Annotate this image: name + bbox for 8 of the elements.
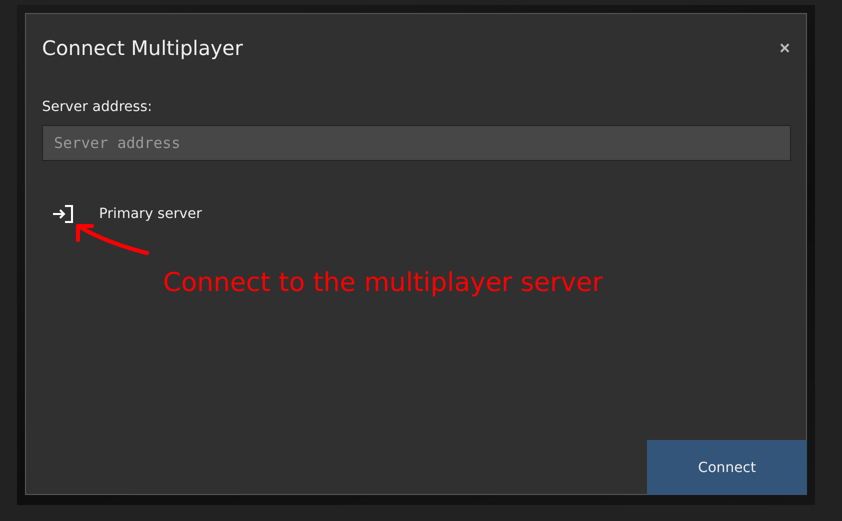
server-item[interactable]: Primary server	[52, 202, 202, 226]
connect-button[interactable]: Connect	[647, 440, 807, 495]
close-button[interactable]: ×	[777, 38, 792, 58]
server-address-field[interactable]: Server address	[42, 125, 791, 161]
field-label: Server address:	[42, 99, 152, 115]
annotation-text: Connect to the multiplayer server	[163, 268, 603, 298]
dialog-title: Connect Multiplayer	[42, 35, 243, 62]
login-icon	[52, 204, 74, 224]
